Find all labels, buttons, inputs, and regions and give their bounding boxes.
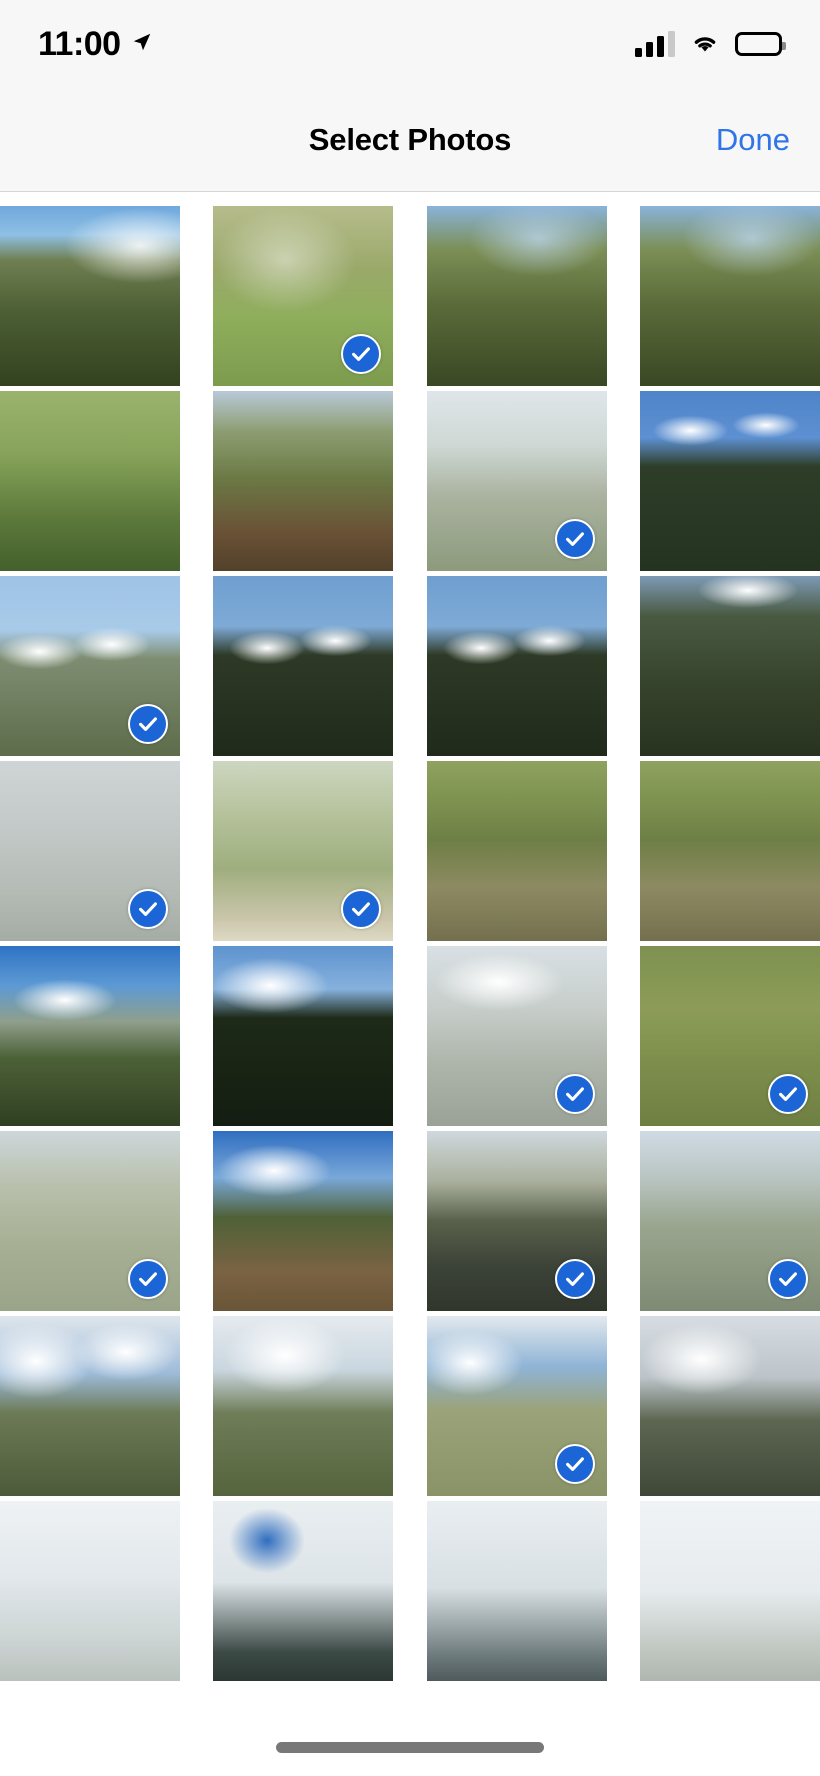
photo-cell[interactable] (213, 391, 394, 571)
photo-cell[interactable] (639, 1316, 820, 1496)
photo-thumbnail (213, 576, 394, 756)
photo-selected-badge[interactable] (128, 889, 168, 929)
photo-thumbnail (213, 1501, 394, 1681)
photo-cell[interactable] (426, 206, 607, 386)
photo-cell[interactable] (639, 946, 820, 1126)
photo-thumbnail (213, 391, 394, 571)
photo-selected-badge[interactable] (128, 704, 168, 744)
photo-cell[interactable] (0, 1316, 180, 1496)
photo-cell[interactable] (426, 391, 607, 571)
photo-cell[interactable] (426, 1316, 607, 1496)
status-bar: 11:00 (0, 0, 820, 88)
photo-thumbnail (426, 206, 607, 386)
photo-thumbnail (639, 391, 820, 571)
photo-cell[interactable] (213, 1316, 394, 1496)
photo-cell[interactable] (0, 946, 180, 1126)
photo-cell[interactable] (0, 761, 180, 941)
photo-thumbnail (639, 1501, 820, 1681)
photo-thumbnail (639, 761, 820, 941)
photo-cell[interactable] (213, 206, 394, 386)
photo-cell[interactable] (639, 391, 820, 571)
photo-grid[interactable] (0, 206, 820, 1776)
photo-selected-badge[interactable] (767, 1259, 808, 1299)
photo-cell[interactable] (639, 761, 820, 941)
status-bar-left: 11:00 (38, 27, 153, 61)
photo-thumbnail (426, 1501, 607, 1681)
photo-thumbnail (0, 1316, 180, 1496)
photo-thumbnail (213, 946, 394, 1126)
status-bar-right (635, 30, 786, 59)
photo-cell[interactable] (0, 391, 180, 571)
photo-selected-badge[interactable] (767, 1074, 808, 1114)
home-indicator (276, 1742, 544, 1753)
photo-selected-badge[interactable] (554, 519, 595, 559)
photo-selected-badge[interactable] (554, 1259, 595, 1299)
photo-cell[interactable] (0, 576, 180, 756)
done-button[interactable]: Done (716, 122, 790, 158)
photo-cell[interactable] (426, 576, 607, 756)
photo-cell[interactable] (213, 1501, 394, 1681)
photo-thumbnail (213, 1131, 394, 1311)
photo-cell[interactable] (639, 1131, 820, 1311)
photo-thumbnail (639, 206, 820, 386)
photo-selected-badge[interactable] (554, 1074, 595, 1114)
photo-cell[interactable] (0, 1131, 180, 1311)
photo-thumbnail (0, 391, 180, 571)
photo-cell[interactable] (0, 1501, 180, 1681)
cellular-signal-icon (635, 31, 675, 57)
photo-cell[interactable] (426, 761, 607, 941)
photo-thumbnail (0, 946, 180, 1126)
photo-cell[interactable] (426, 1501, 607, 1681)
photo-thumbnail (0, 1501, 180, 1681)
status-bar-clock: 11:00 (38, 25, 121, 63)
photo-thumbnail (426, 576, 607, 756)
photo-selected-badge[interactable] (128, 1259, 168, 1299)
photo-cell[interactable] (213, 946, 394, 1126)
photo-cell[interactable] (0, 206, 180, 386)
photo-cell[interactable] (426, 1131, 607, 1311)
photo-thumbnail (639, 1316, 820, 1496)
location-arrow-icon (131, 31, 153, 58)
photo-cell[interactable] (213, 761, 394, 941)
wifi-icon (689, 30, 721, 59)
nav-bar: Select Photos Done (0, 88, 820, 192)
photo-cell[interactable] (213, 1131, 394, 1311)
photo-selected-badge[interactable] (554, 1444, 595, 1484)
photo-thumbnail (639, 576, 820, 756)
photo-thumbnail (0, 206, 180, 386)
photo-cell[interactable] (426, 946, 607, 1126)
battery-icon (735, 32, 786, 56)
photo-cell[interactable] (639, 206, 820, 386)
photo-cell[interactable] (639, 576, 820, 756)
photo-cell[interactable] (213, 576, 394, 756)
photo-cell[interactable] (639, 1501, 820, 1681)
photo-thumbnail (426, 761, 607, 941)
page-title: Select Photos (308, 121, 512, 157)
photo-thumbnail (213, 1316, 394, 1496)
